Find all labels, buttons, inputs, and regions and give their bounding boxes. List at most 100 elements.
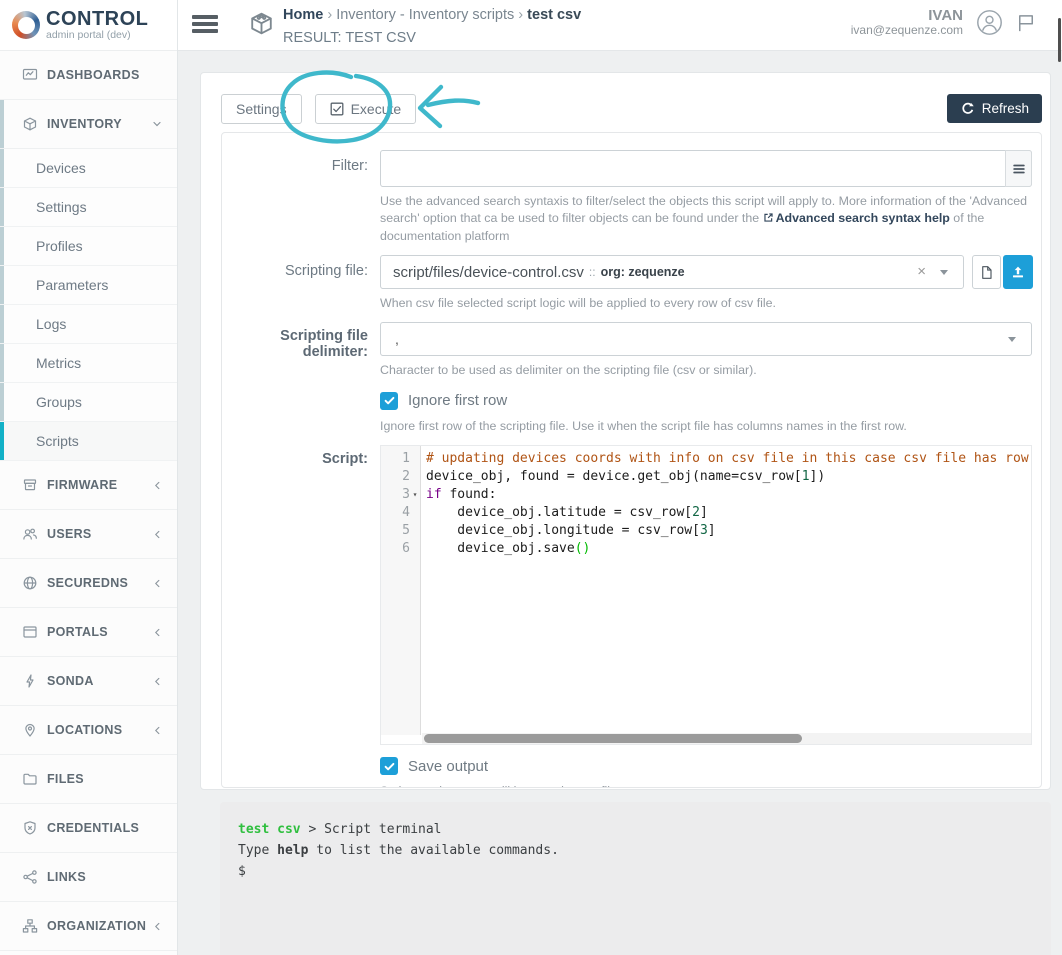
sidebar-item-credentials[interactable]: CREDENTIALS — [0, 804, 177, 853]
user-email: ivan@zequenze.com — [851, 24, 963, 38]
editor-hscrollbar — [422, 733, 1031, 744]
code-line: if found: — [426, 486, 1031, 504]
sidebar-item-logs[interactable]: Logs — [0, 305, 177, 344]
delimiter-help: Character to be used as delimiter on the… — [380, 362, 1032, 379]
scripting-file-help: When csv file selected script logic will… — [380, 295, 1032, 312]
sidebar-item-metrics[interactable]: Metrics — [0, 344, 177, 383]
main-content: Settings Execute — [178, 51, 1062, 955]
orgchart-icon — [22, 918, 38, 934]
filter-help: Use the advanced search syntaxis to filt… — [380, 193, 1032, 245]
editor-gutter: 123▾456 — [381, 446, 421, 735]
code-line: device_obj.latitude = csv_row[2] — [426, 504, 1031, 522]
sidebar-item-scripts[interactable]: Scripts — [0, 422, 177, 461]
save-output-help: Script results output will be saved on t… — [380, 783, 1041, 788]
shield-icon — [22, 820, 38, 836]
terminal-line: Type help to list the available commands… — [238, 840, 1033, 861]
checkbox-checked-icon — [380, 392, 398, 410]
tab-settings[interactable]: Settings — [221, 94, 302, 124]
sidebar-item-devices[interactable]: Devices — [0, 149, 177, 188]
terminal-line: $ — [238, 861, 1033, 882]
sidebar-item-files[interactable]: FILES — [0, 755, 177, 804]
clear-selection-icon[interactable]: × — [917, 263, 926, 280]
code-line: device_obj.longitude = csv_row[3] — [426, 522, 1031, 540]
sidebar-item-settings[interactable]: Settings — [0, 188, 177, 227]
sidebar-item-dashboards[interactable]: DASHBOARDS — [0, 51, 177, 100]
filter-input[interactable] — [380, 150, 1032, 187]
chevron-left-icon — [152, 529, 163, 540]
chevron-left-icon — [152, 627, 163, 638]
advanced-search-help-link[interactable]: Advanced search syntax help — [763, 211, 950, 225]
chevron-down-icon — [940, 270, 948, 275]
sidebar-item-portals[interactable]: PORTALS — [0, 608, 177, 657]
sidebar-item-organization[interactable]: ORGANIZATION — [0, 902, 177, 951]
sidebar-item-parameters[interactable]: Parameters — [0, 266, 177, 305]
tab-bar: Settings Execute — [221, 94, 416, 124]
upload-icon — [1010, 264, 1026, 280]
tab-execute[interactable]: Execute — [315, 94, 417, 124]
brand-name: CONTROL — [46, 9, 148, 29]
chevron-left-icon — [152, 921, 163, 932]
external-link-icon — [763, 212, 774, 223]
script-terminal[interactable]: test csv > Script terminalType help to l… — [220, 802, 1051, 955]
sidebar-item-users[interactable]: USERS — [0, 510, 177, 559]
chevron-left-icon — [152, 676, 163, 687]
code-line: # updating devices coords with info on c… — [426, 450, 1031, 468]
topbar: Home › Inventory - Inventory scripts › t… — [178, 0, 1062, 51]
code-line: device_obj.save() — [426, 540, 1031, 558]
user-avatar-icon[interactable] — [976, 9, 1003, 36]
sidebar-item-groups[interactable]: Groups — [0, 383, 177, 422]
filter-list-button[interactable] — [1005, 150, 1032, 187]
terminal-line: test csv > Script terminal — [238, 819, 1033, 840]
user-name: IVAN — [851, 7, 963, 24]
chevron-down-icon — [1008, 337, 1016, 342]
brand-subtitle: admin portal (dev) — [46, 30, 148, 41]
folder-icon — [22, 771, 38, 787]
globe-icon — [22, 575, 38, 591]
breadcrumb-home[interactable]: Home — [283, 7, 323, 23]
file-browse-button[interactable] — [972, 255, 1001, 289]
checkbox-checked-icon — [380, 757, 398, 775]
editor-hscrollbar-thumb[interactable] — [424, 734, 802, 743]
sidebar-item-links[interactable]: LINKS — [0, 853, 177, 902]
sidebar-nav: DASHBOARDSINVENTORYDevicesSettingsProfil… — [0, 51, 177, 951]
package-icon — [248, 10, 275, 50]
sidebar-item-inventory[interactable]: INVENTORY — [0, 100, 177, 149]
firmware-icon — [22, 477, 38, 493]
sidebar-item-firmware[interactable]: FIRMWARE — [0, 461, 177, 510]
sidebar-item-securedns[interactable]: SECUREDNS — [0, 559, 177, 608]
ignore-first-row-checkbox[interactable]: Ignore first row — [380, 392, 1041, 410]
save-output-checkbox[interactable]: Save output — [380, 757, 1041, 775]
delimiter-select[interactable]: , — [380, 322, 1032, 356]
list-icon — [1012, 162, 1026, 176]
page-scrollbar[interactable] — [1058, 18, 1061, 62]
user-menu[interactable]: IVAN ivan@zequenze.com — [851, 7, 963, 38]
share-icon — [22, 869, 38, 885]
check-square-icon — [330, 102, 344, 116]
sidebar-item-sonda[interactable]: SONDA — [0, 657, 177, 706]
refresh-icon — [960, 101, 975, 116]
chevron-down-icon — [151, 118, 163, 130]
editor-code[interactable]: # updating devices coords with info on c… — [421, 446, 1031, 735]
brand[interactable]: CONTROL admin portal (dev) — [0, 0, 177, 51]
script-label: Script: — [222, 445, 368, 745]
script-panel: Settings Execute — [200, 72, 1051, 790]
sidebar-item-locations[interactable]: LOCATIONS — [0, 706, 177, 755]
dashboard-icon — [22, 67, 38, 83]
code-line: device_obj, found = device.get_obj(name=… — [426, 468, 1031, 486]
breadcrumb: Home › Inventory - Inventory scripts › t… — [283, 5, 581, 27]
portals-icon — [22, 624, 38, 640]
filter-label: Filter: — [222, 150, 368, 245]
menu-toggle-button[interactable] — [192, 15, 218, 35]
app-root: CONTROL admin portal (dev) DASHBOARDSINV… — [0, 0, 1062, 955]
scripting-file-select[interactable]: script/files/device-control.csv :: org: … — [380, 255, 964, 289]
refresh-button[interactable]: Refresh — [947, 94, 1042, 123]
sidebar: CONTROL admin portal (dev) DASHBOARDSINV… — [0, 0, 178, 955]
ignore-first-row-help: Ignore first row of the scripting file. … — [380, 418, 1041, 435]
file-upload-button[interactable] — [1003, 255, 1033, 289]
document-icon — [979, 265, 994, 280]
scripting-file-label: Scripting file: — [222, 255, 368, 312]
script-editor[interactable]: 123▾456 # updating devices coords with i… — [380, 445, 1032, 745]
users-icon — [22, 526, 38, 542]
sidebar-item-profiles[interactable]: Profiles — [0, 227, 177, 266]
flag-icon[interactable] — [1016, 13, 1036, 33]
